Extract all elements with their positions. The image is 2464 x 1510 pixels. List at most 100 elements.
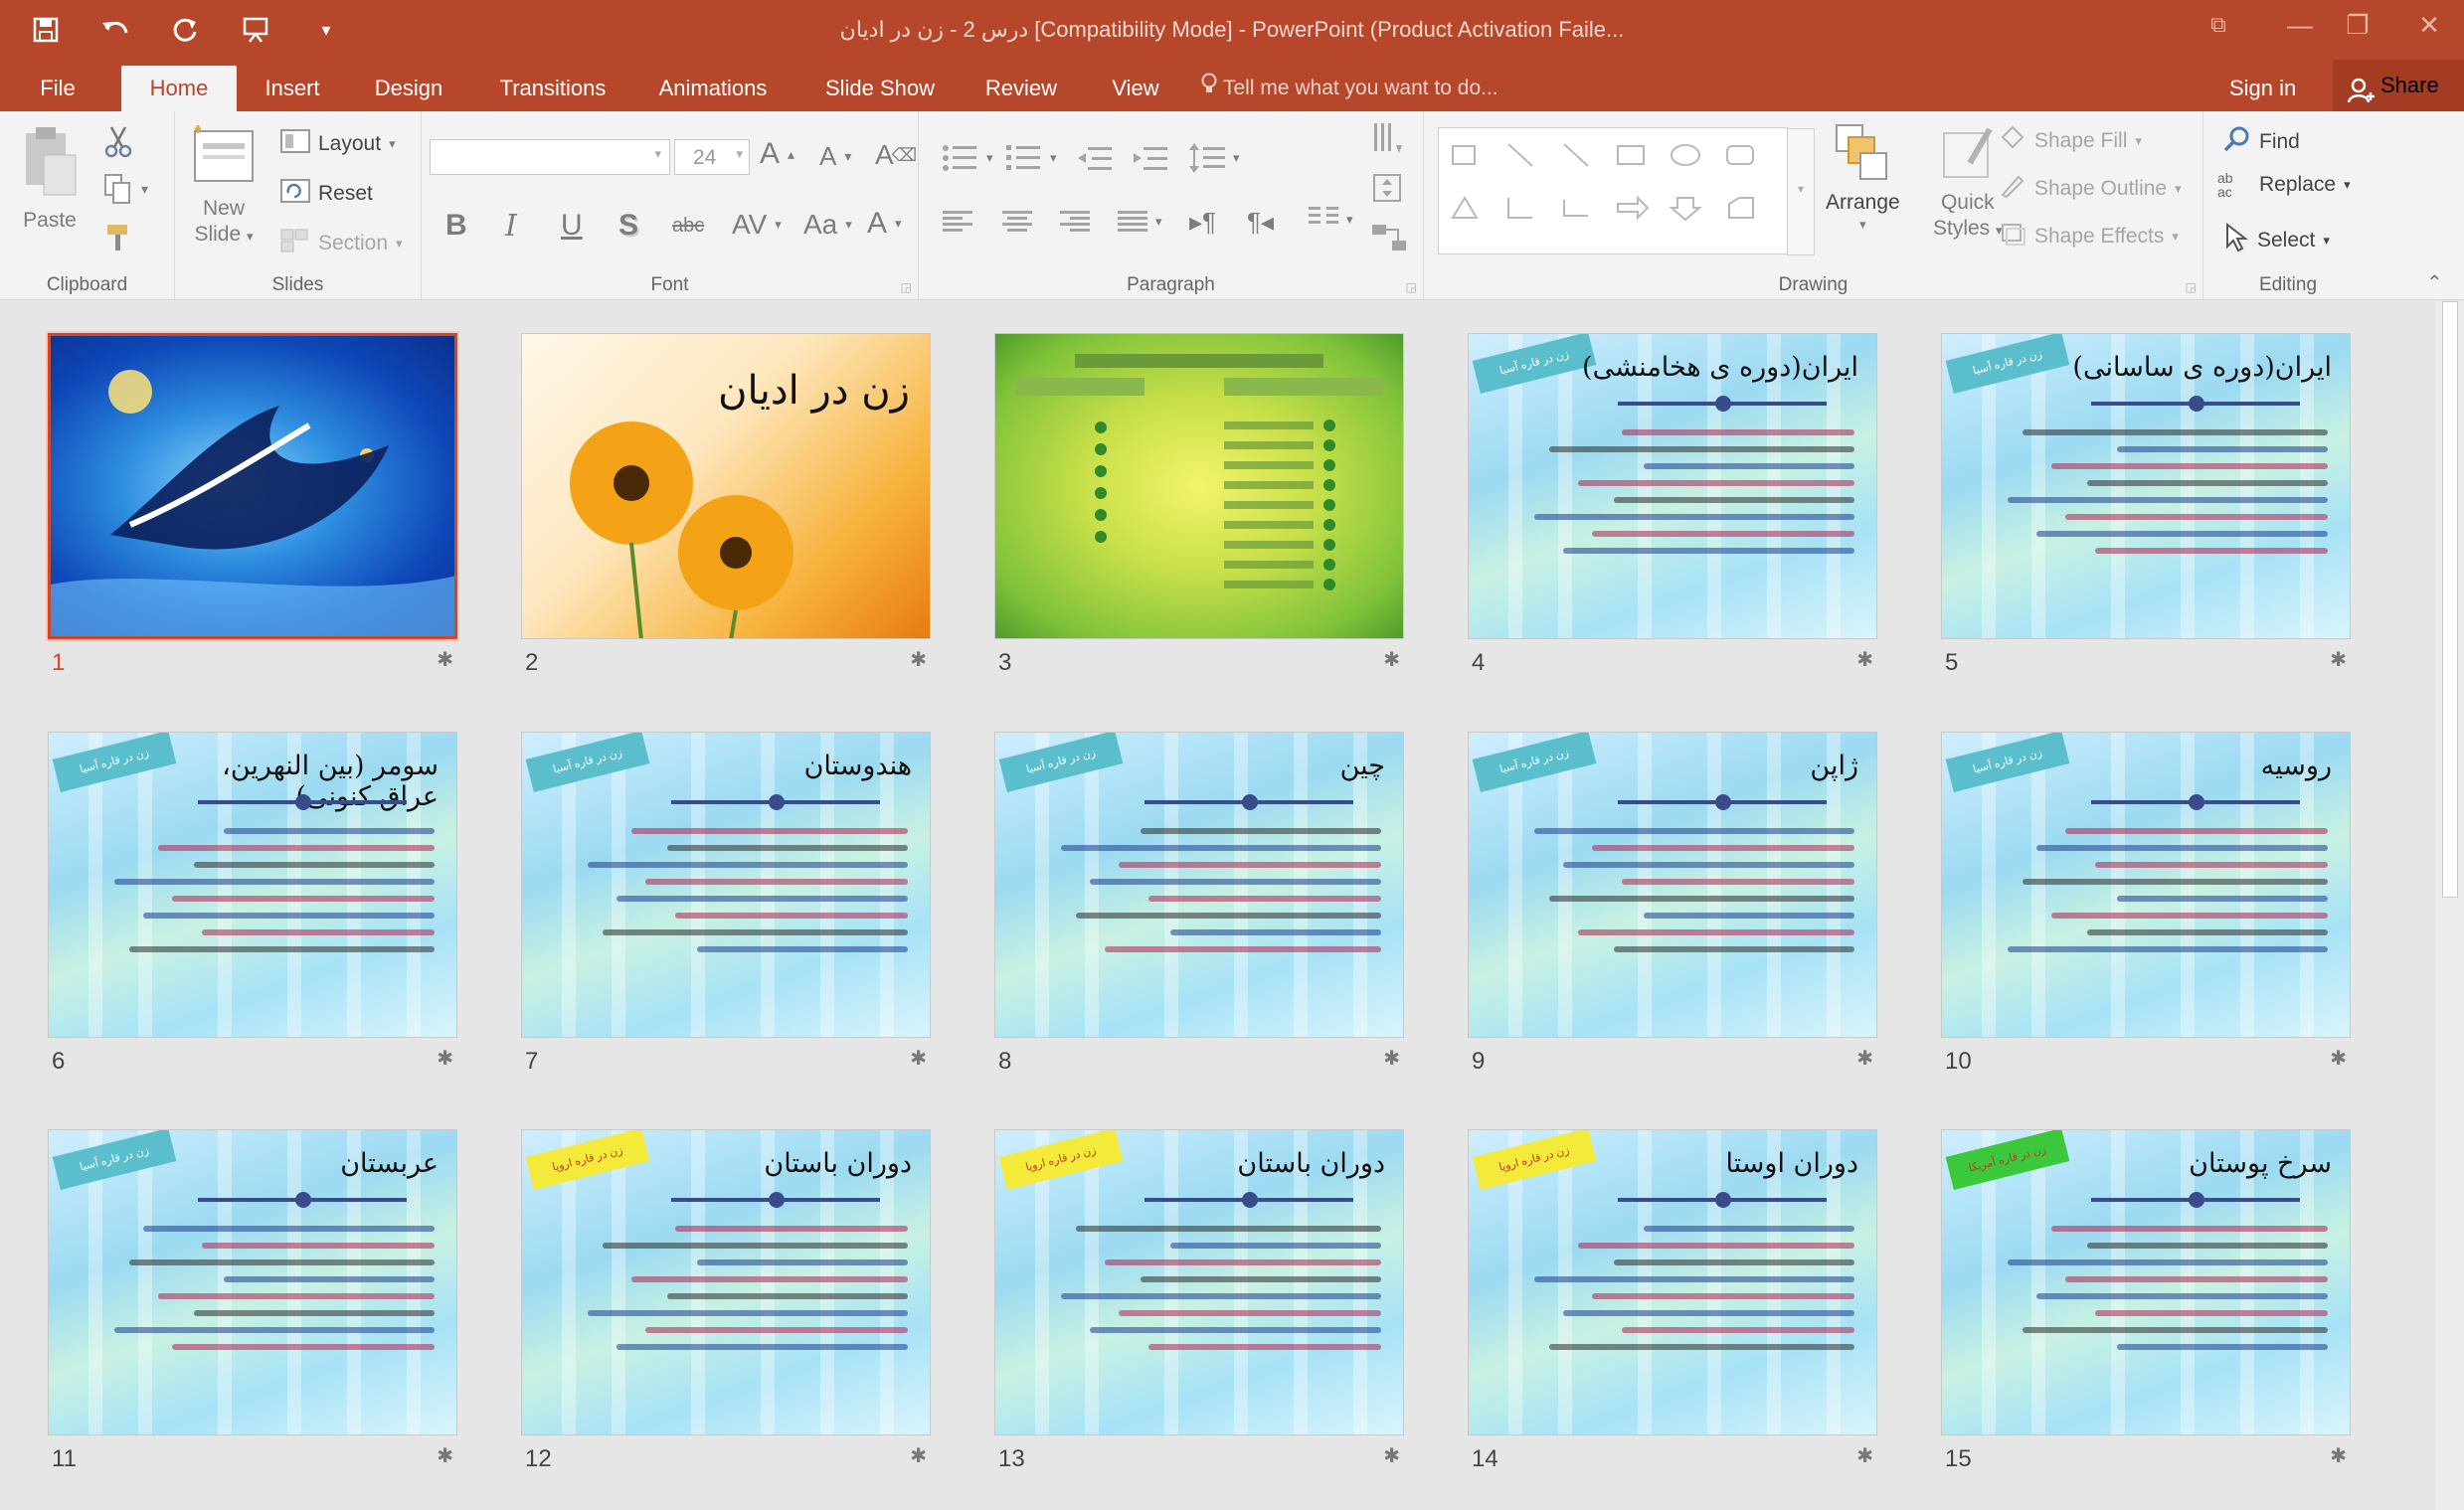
slide-preview[interactable]: زن در قاره آسیا ایران(دوره ی هخامنشی) [1468, 333, 1877, 639]
slide-thumbnail[interactable]: 3 ✱ [994, 333, 1404, 676]
shapes-gallery-scroll[interactable]: ▾ [1787, 128, 1815, 255]
font-size-combobox[interactable]: 24 ▾ [674, 139, 750, 175]
underline-icon[interactable]: U [561, 209, 583, 243]
columns-icon[interactable]: ▾ [1309, 207, 1353, 233]
ribbon-display-options-icon[interactable]: ⧉ [2184, 0, 2253, 50]
slide-preview[interactable] [994, 333, 1404, 639]
slide-preview[interactable]: زن در قاره آمریکا سرخ پوستان [1941, 1129, 2351, 1435]
shadow-icon[interactable]: S [618, 209, 638, 243]
decrease-font-size-icon[interactable]: A ▾ [819, 141, 851, 172]
numbering-icon[interactable]: ▾ [1006, 145, 1057, 171]
transition-star-icon[interactable]: ✱ [2330, 647, 2347, 672]
slide-preview[interactable]: زن در قاره آسیا روسیه [1941, 732, 2351, 1038]
slide-thumbnail[interactable]: زن در قاره اروپا دوران باستان 12 ✱ [521, 1129, 931, 1472]
tab-design[interactable]: Design [366, 66, 451, 111]
slide-thumbnail[interactable]: 1 ✱ [48, 333, 457, 676]
transition-star-icon[interactable]: ✱ [910, 1046, 927, 1071]
close-icon[interactable]: ✕ [2394, 0, 2464, 50]
slide-thumbnail[interactable]: زن در قاره آسیا عربستان 11 ✱ [48, 1129, 457, 1472]
transition-star-icon[interactable]: ✱ [1856, 647, 1873, 672]
tab-transitions[interactable]: Transitions [491, 66, 615, 111]
cut-icon[interactable] [103, 125, 133, 159]
transition-star-icon[interactable]: ✱ [437, 1443, 453, 1468]
slide-thumbnail[interactable]: زن در قاره آسیا ایران(دوره ی هخامنشی) 4 ✱ [1468, 333, 1877, 676]
transition-star-icon[interactable]: ✱ [1383, 647, 1400, 672]
increase-indent-icon[interactable] [1134, 147, 1167, 171]
align-center-icon[interactable] [1002, 211, 1032, 233]
bold-icon[interactable]: B [445, 209, 467, 243]
slide-preview[interactable]: زن در قاره آسیا سومر (بین النهرین، عراق ک… [48, 732, 457, 1038]
line-spacing-icon[interactable]: ▾ [1189, 143, 1240, 173]
replace-button[interactable]: ab ac Replace ▾ [2217, 171, 2351, 199]
copy-icon[interactable]: ▾ [103, 173, 148, 205]
clear-formatting-icon[interactable]: A ⌫ [875, 139, 917, 171]
justify-icon[interactable]: ▾ [1118, 211, 1162, 233]
section-button[interactable]: Section ▾ [280, 229, 403, 258]
convert-to-smartart-icon[interactable] [1372, 223, 1406, 252]
font-color-icon[interactable]: A ▾ [867, 207, 902, 241]
paste-button[interactable]: Paste [20, 125, 80, 233]
transition-star-icon[interactable]: ✱ [1856, 1443, 1873, 1468]
decrease-indent-icon[interactable] [1078, 147, 1112, 171]
reset-button[interactable]: Reset [280, 179, 373, 209]
slide-thumbnail[interactable]: زن در قاره اروپا دوران باستان 13 ✱ [994, 1129, 1404, 1472]
tab-animations[interactable]: Animations [648, 66, 778, 111]
shape-outline-button[interactable]: Shape Outline ▾ [1999, 173, 2182, 205]
transition-star-icon[interactable]: ✱ [910, 1443, 927, 1468]
font-dialog-launcher-icon[interactable]: ◲ [901, 280, 912, 294]
slide-preview[interactable]: زن در قاره اروپا دوران اوستا [1468, 1129, 1877, 1435]
slide-preview[interactable]: زن در قاره اروپا دوران باستان [994, 1129, 1404, 1435]
select-button[interactable]: Select ▾ [2223, 222, 2330, 258]
left-to-right-icon[interactable]: ▸¶ [1189, 207, 1216, 238]
slide-thumbnail[interactable]: زن در ادیان 2 ✱ [521, 333, 931, 676]
slide-preview[interactable]: زن در قاره آسیا هندوستان [521, 732, 931, 1038]
drawing-dialog-launcher-icon[interactable]: ◲ [2186, 280, 2197, 294]
transition-star-icon[interactable]: ✱ [2330, 1046, 2347, 1071]
arrange-button[interactable]: Arrange ▾ [1826, 123, 1900, 233]
tab-home[interactable]: Home [121, 66, 237, 111]
layout-button[interactable]: Layout ▾ [280, 129, 396, 159]
slide-thumbnail[interactable]: زن در قاره آسیا ژاپن 9 ✱ [1468, 732, 1877, 1075]
shapes-gallery[interactable]: ▾ [1438, 127, 1815, 255]
paragraph-dialog-launcher-icon[interactable]: ◲ [1406, 280, 1417, 294]
quick-styles-button[interactable]: Quick Styles ▾ [1933, 123, 2003, 241]
slide-preview[interactable]: زن در قاره آسیا ایران(دوره ی ساسانی) [1941, 333, 2351, 639]
slide-thumbnail[interactable]: زن در قاره اروپا دوران اوستا 14 ✱ [1468, 1129, 1877, 1472]
slide-preview[interactable] [48, 333, 457, 639]
transition-star-icon[interactable]: ✱ [910, 647, 927, 672]
transition-star-icon[interactable]: ✱ [437, 1046, 453, 1071]
scrollbar-thumb[interactable] [2442, 301, 2458, 898]
format-painter-icon[interactable] [103, 223, 133, 252]
transition-star-icon[interactable]: ✱ [1383, 1443, 1400, 1468]
transition-star-icon[interactable]: ✱ [2330, 1443, 2347, 1468]
new-slide-button[interactable]: New Slide ▾ [189, 125, 259, 247]
tab-file[interactable]: File [20, 66, 95, 111]
tab-view[interactable]: View [1104, 66, 1167, 111]
collapse-ribbon-icon[interactable]: ⌃ [2426, 270, 2443, 295]
strikethrough-icon[interactable]: abc [672, 215, 704, 238]
slide-thumbnail[interactable]: زن در قاره آسیا ایران(دوره ی ساسانی) 5 ✱ [1941, 333, 2351, 676]
slide-thumbnail[interactable]: زن در قاره آسیا روسیه 10 ✱ [1941, 732, 2351, 1075]
maximize-icon[interactable]: ❐ [2323, 0, 2392, 50]
increase-font-size-icon[interactable]: A ▴ [760, 137, 794, 171]
font-name-combobox[interactable]: ▾ [430, 139, 670, 175]
slide-thumbnail[interactable]: زن در قاره آسیا سومر (بین النهرین، عراق ک… [48, 732, 457, 1075]
slide-thumbnail[interactable]: زن در قاره آسیا هندوستان 7 ✱ [521, 732, 931, 1075]
align-text-icon[interactable] [1372, 173, 1402, 203]
slide-preview[interactable]: زن در قاره آسیا چین [994, 732, 1404, 1038]
right-to-left-icon[interactable]: ¶◂ [1247, 207, 1274, 238]
tell-me-search[interactable]: Tell me what you want to do... [1201, 66, 1498, 111]
slide-preview[interactable]: زن در قاره آسیا عربستان [48, 1129, 457, 1435]
slide-thumbnail[interactable]: زن در قاره آمریکا سرخ پوستان 15 ✱ [1941, 1129, 2351, 1472]
slide-preview[interactable]: زن در قاره آسیا ژاپن [1468, 732, 1877, 1038]
tab-review[interactable]: Review [978, 66, 1064, 111]
align-left-icon[interactable] [943, 211, 972, 233]
shape-fill-button[interactable]: Shape Fill ▾ [1999, 125, 2142, 157]
text-direction-icon[interactable] [1372, 121, 1402, 155]
italic-icon[interactable]: I [505, 209, 517, 244]
slide-thumbnail[interactable]: زن در قاره آسیا چین 8 ✱ [994, 732, 1404, 1075]
align-right-icon[interactable] [1060, 211, 1090, 233]
change-case-icon[interactable]: Aa ▾ [803, 209, 852, 241]
transition-star-icon[interactable]: ✱ [1383, 1046, 1400, 1071]
character-spacing-icon[interactable]: AV ▾ [732, 209, 782, 241]
